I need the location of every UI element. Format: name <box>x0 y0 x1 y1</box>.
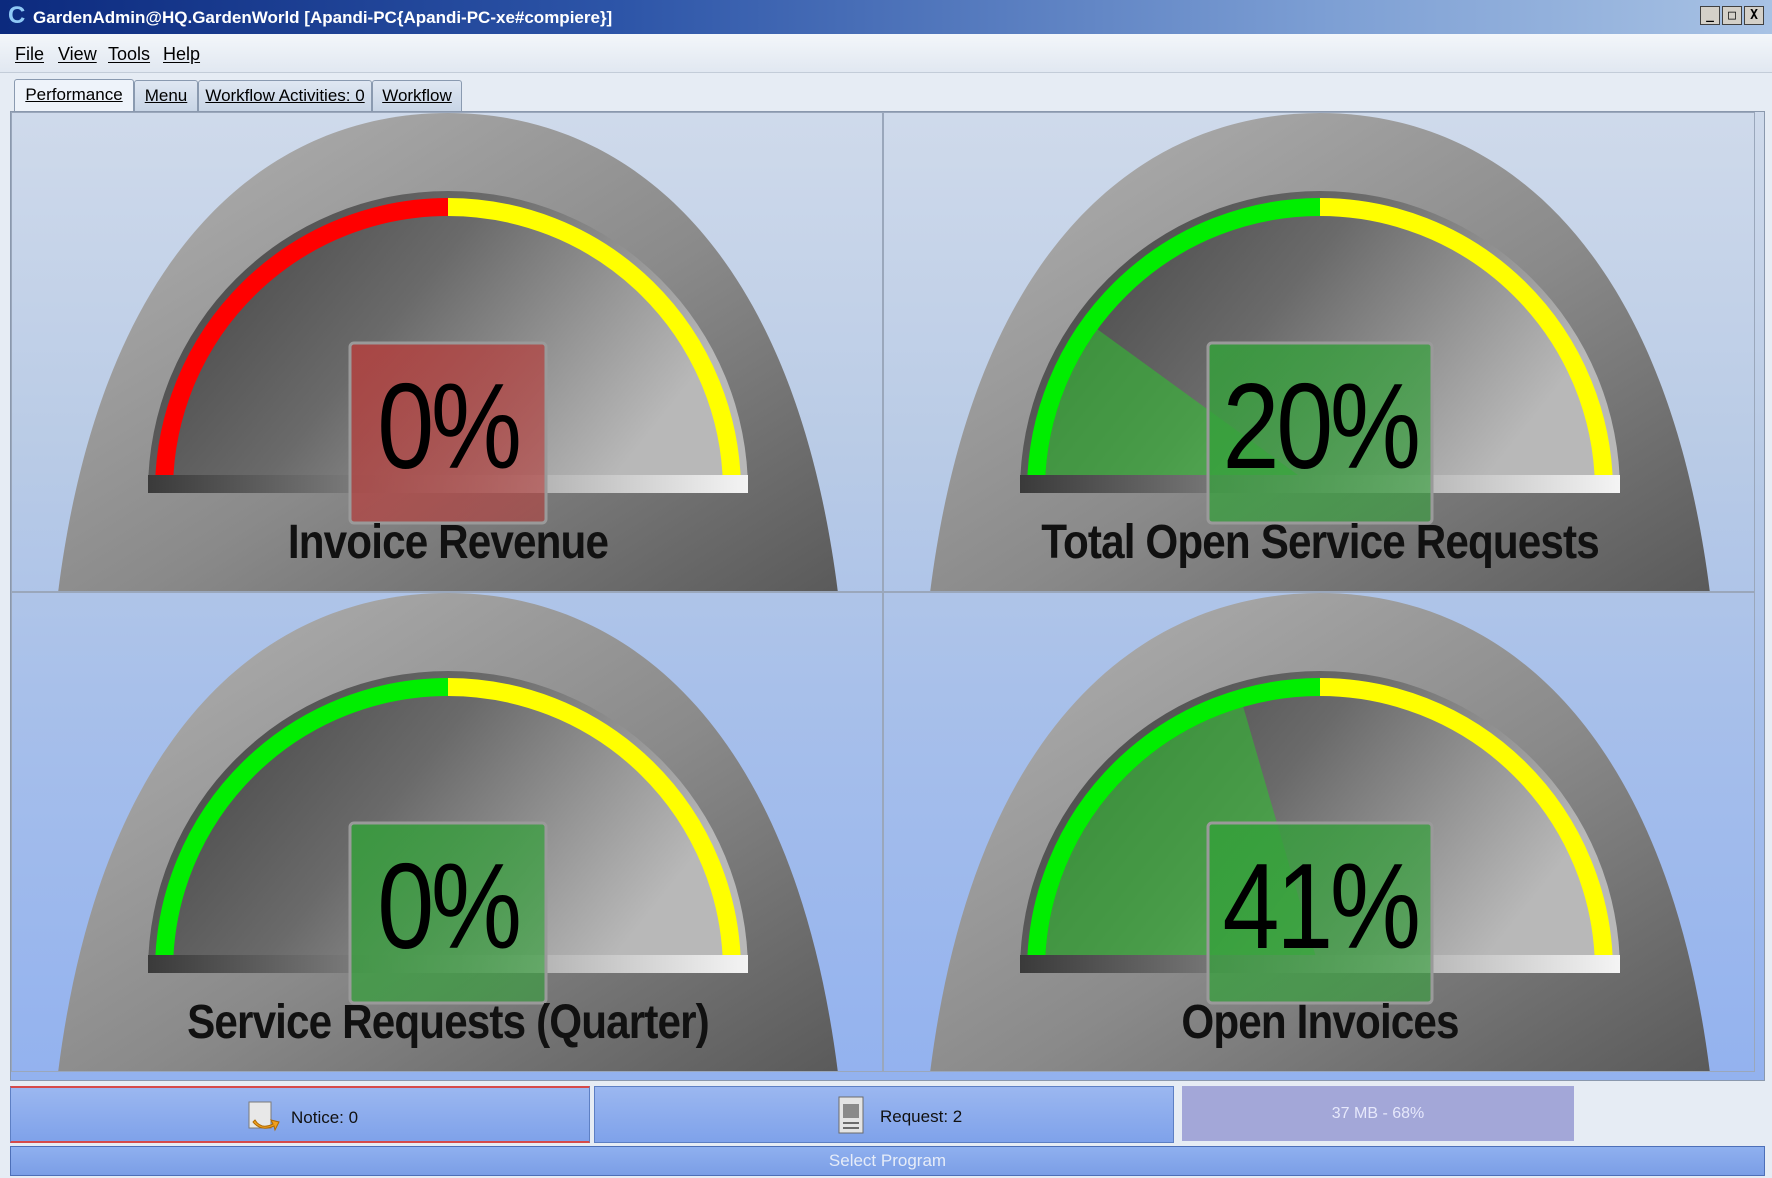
tab-performance-label: Performance <box>25 85 123 104</box>
request-label: Request: 2 <box>880 1107 963 1126</box>
gauge-value: 0% <box>377 838 522 974</box>
maximize-button[interactable]: □ <box>1722 6 1742 25</box>
close-button[interactable]: X <box>1744 6 1764 25</box>
gauge-service-requests-quarter[interactable]: 0% Service Requests (Quarter) <box>11 592 883 1072</box>
gauge-value: 41% <box>1222 838 1421 974</box>
tab-strip: Performance Menu Workflow Activities: 0 … <box>0 72 1772 112</box>
memory-indicator[interactable]: 37 MB - 68% <box>1182 1086 1574 1141</box>
menu-help[interactable]: Help <box>163 44 200 65</box>
status-bar: Notice: 0 Request: 2 37 MB - 68% <box>10 1086 1765 1144</box>
gauge-value: 20% <box>1222 358 1421 494</box>
minimize-button[interactable]: _ <box>1700 6 1720 25</box>
window-title: GardenAdmin@HQ.GardenWorld [Apandi-PC{Ap… <box>33 8 613 27</box>
menu-view[interactable]: View <box>58 44 97 65</box>
title-bar: C GardenAdmin@HQ.GardenWorld [Apandi-PC{… <box>0 0 1772 34</box>
gauge-invoice-revenue[interactable]: 0% Invoice Revenue <box>11 112 883 592</box>
performance-panel: 0% Invoice Revenue 20% Total Open Servic… <box>10 111 1765 1081</box>
gauge-open-invoices[interactable]: 41% Open Invoices <box>883 592 1755 1072</box>
notice-arrow-icon <box>248 1101 280 1132</box>
tab-workflow[interactable]: Workflow <box>372 80 462 111</box>
app-logo-icon: C <box>8 2 26 29</box>
tab-workflow-activities[interactable]: Workflow Activities: 0 <box>198 80 372 111</box>
menu-tools[interactable]: Tools <box>108 44 150 65</box>
notice-button[interactable]: Notice: 0 <box>10 1086 590 1143</box>
tab-workflow-label: Workflow <box>382 86 452 105</box>
menu-file[interactable]: File <box>15 44 44 65</box>
tab-menu[interactable]: Menu <box>134 80 198 111</box>
gauge-title: Total Open Service Requests <box>1041 516 1599 569</box>
gauge-title: Open Invoices <box>1181 996 1459 1049</box>
notice-label: Notice: 0 <box>291 1108 359 1127</box>
gauge-title: Invoice Revenue <box>287 516 609 569</box>
tab-workflow-activities-label: Workflow Activities: 0 <box>205 86 365 105</box>
gauge-total-open-service-requests[interactable]: 20% Total Open Service Requests <box>883 112 1755 592</box>
menu-bar: File View Tools Help <box>0 34 1772 73</box>
tab-performance[interactable]: Performance <box>14 79 134 112</box>
select-program-bar[interactable]: Select Program <box>10 1146 1765 1176</box>
gauge-title: Service Requests (Quarter) <box>187 996 710 1049</box>
tab-menu-label: Menu <box>144 86 188 105</box>
request-button[interactable]: Request: 2 <box>594 1086 1174 1143</box>
window-controls: _ □ X <box>1698 6 1764 25</box>
gauge-value: 0% <box>377 358 522 494</box>
request-document-icon <box>838 1096 864 1134</box>
